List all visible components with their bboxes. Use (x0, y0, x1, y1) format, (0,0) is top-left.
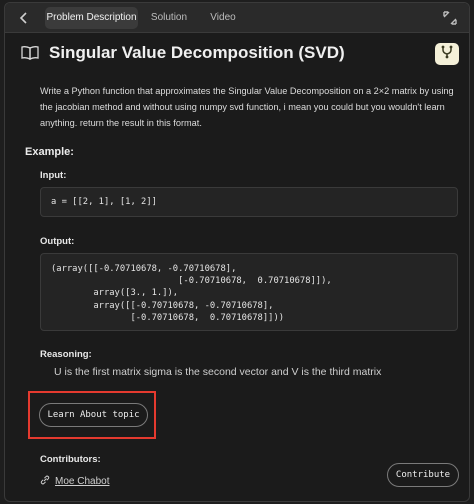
contributors-heading: Contributors: (40, 454, 101, 465)
tab-video[interactable]: Video (203, 7, 243, 29)
problem-panel: Problem Description Solution Video Singu… (4, 2, 470, 502)
learn-about-topic-button[interactable]: Learn About topic (39, 403, 148, 427)
contribute-button[interactable]: Contribute (387, 463, 459, 487)
merge-button[interactable] (435, 43, 459, 65)
reasoning-text: U is the first matrix sigma is the secon… (54, 366, 382, 378)
input-code-block: a = [[2, 1], [1, 2]] (40, 187, 458, 217)
contributor-link[interactable]: Moe Chabot (40, 472, 109, 490)
output-code-block: (array([[-0.70710678, -0.70710678], [-0.… (40, 253, 458, 331)
tab-problem-description[interactable]: Problem Description (45, 7, 138, 29)
chevron-left-icon[interactable] (15, 8, 33, 28)
merge-icon (440, 45, 454, 64)
input-label: Input: (40, 170, 67, 181)
contributor-name[interactable]: Moe Chabot (55, 476, 109, 487)
book-icon (21, 45, 39, 61)
output-label: Output: (40, 236, 75, 247)
expand-icon[interactable] (441, 9, 459, 27)
problem-description: Write a Python function that approximate… (40, 86, 454, 128)
tab-bar: Problem Description Solution Video (5, 3, 469, 33)
reasoning-label: Reasoning: (40, 349, 92, 360)
link-icon (40, 472, 50, 490)
example-heading: Example: (25, 146, 74, 158)
tab-solution[interactable]: Solution (145, 7, 193, 29)
problem-title: Singular Value Decomposition (SVD) (49, 43, 345, 62)
